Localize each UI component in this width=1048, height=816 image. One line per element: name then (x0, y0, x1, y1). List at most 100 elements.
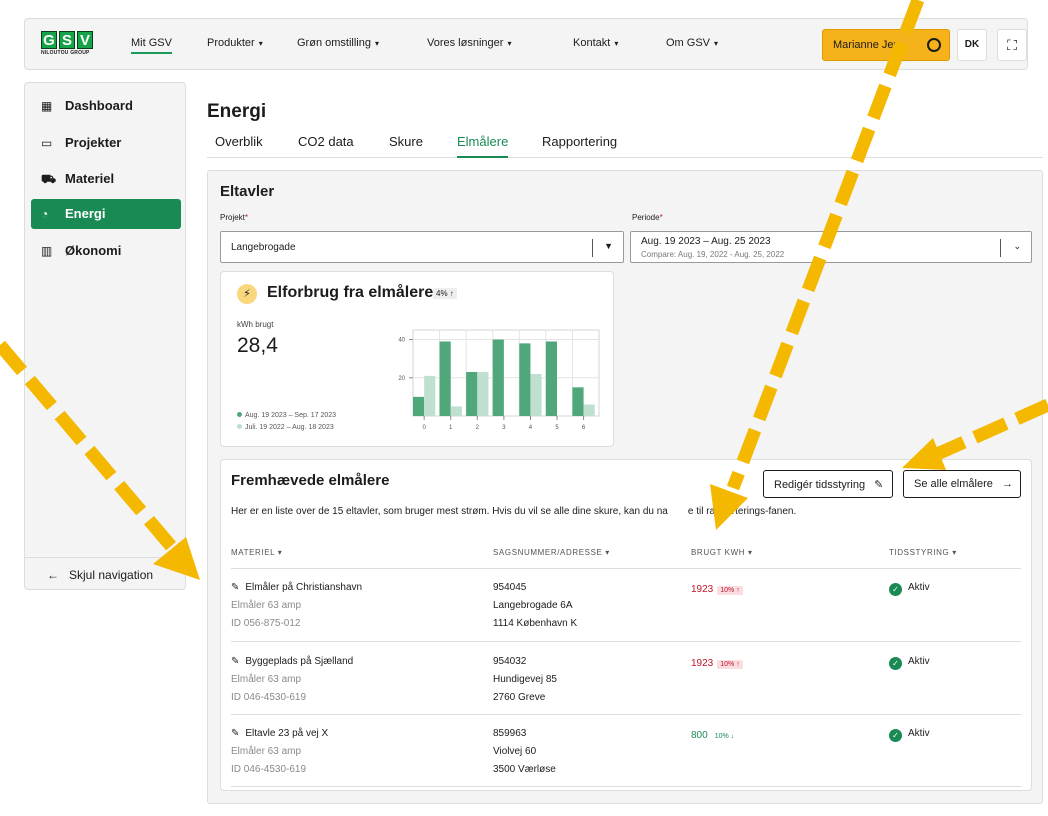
panel-title: Eltavler (220, 183, 275, 200)
eltavler-panel: Eltavler Projekt* Langebrogade ▼ Periode… (207, 170, 1043, 804)
hide-navigation-button[interactable]: ← Skjul navigation (25, 557, 185, 591)
logo-subtitle: NILOUTOU GROUP (41, 50, 90, 56)
featured-description-start: Her er en liste over de 15 eltavler, som… (231, 506, 668, 517)
bar (450, 406, 462, 416)
kwh-change-badge: 10% ↑ (717, 586, 743, 595)
meter-id: ID 046-4530-619 (231, 692, 307, 703)
chevron-down-icon: ⌄ (1013, 241, 1021, 251)
x-tick-label: 0 (422, 425, 426, 431)
meter-id: ID 046-4530-619 (231, 764, 307, 775)
logo-letter: G (41, 31, 57, 49)
required-mark: * (659, 213, 663, 222)
nav-kontakt-label: Kontakt (573, 37, 611, 49)
chevron-down-icon: ▾ (614, 39, 619, 48)
bar (545, 341, 558, 416)
nav-om-gsv-label: Om GSV (666, 37, 711, 49)
legend-current-text: Aug. 19 2023 – Sep. 17 2023 (245, 412, 337, 419)
x-tick-label: 5 (555, 425, 559, 431)
sidebar-item-okonomi[interactable]: ▥ Økonomi (31, 236, 181, 266)
bar (572, 387, 584, 416)
see-all-meters-button[interactable]: Se alle elmålere → (903, 470, 1021, 498)
hide-navigation-label: Skjul navigation (69, 568, 154, 582)
meter-name[interactable]: ✎ Eltavle 23 på vej X (231, 728, 328, 739)
top-navigation-bar: GSV NILOUTOU GROUP Mit GSV Produkter ▾ Gr… (24, 18, 1028, 70)
chevron-down-icon: ▾ (714, 39, 719, 48)
user-name: Marianne Jen (833, 39, 900, 51)
featured-description: Her er en liste over de 15 eltavler, som… (231, 506, 796, 517)
meter-name[interactable]: ✎ Byggeplads på Sjælland (231, 656, 353, 667)
sidebar-item-dashboard[interactable]: ▦ Dashboard (31, 91, 181, 121)
nav-mit-gsv[interactable]: Mit GSV (131, 37, 172, 54)
schedule-status: ✓ Aktiv (889, 582, 930, 596)
period-select[interactable]: Aug. 19 2023 – Aug. 25 2023 Compare: Aug… (630, 231, 1032, 263)
bar (477, 372, 489, 416)
kwh-used: 800 10% ↓ (691, 730, 737, 741)
case-number: 859963 (493, 728, 527, 739)
meter-name-text: Elmåler på Christianshavn (245, 582, 363, 593)
arrow-right-icon: → (1001, 478, 1013, 490)
kwh-used: 1923 10% ↑ (691, 584, 743, 595)
cart-button[interactable]: ⛶ (997, 29, 1027, 61)
meter-type: Elmåler 63 amp (231, 746, 302, 757)
page-title: Energi (207, 101, 267, 122)
logo-letters: GSV (41, 31, 93, 49)
see-all-label: Se alle elmålere (914, 478, 993, 490)
arrow-left-icon: ← (47, 568, 59, 582)
sidebar-item-projekter[interactable]: ▭ Projekter (31, 128, 181, 158)
chart-title: Elforbrug fra elmålere (267, 284, 434, 301)
sidebar-item-materiel[interactable]: ⛟ Materiel (31, 164, 181, 194)
equipment-icon: ⛟ (41, 172, 57, 186)
nav-gron-omstilling[interactable]: Grøn omstilling ▾ (297, 37, 379, 49)
nav-produkter[interactable]: Produkter ▾ (207, 37, 263, 49)
sidebar-item-energi[interactable]: ◔ Energi (31, 199, 181, 229)
language-button[interactable]: DK (957, 29, 987, 61)
nav-om-gsv[interactable]: Om GSV ▾ (666, 37, 718, 49)
nav-kontakt[interactable]: Kontakt ▾ (573, 37, 618, 49)
col-header-sagsnummer[interactable]: SAGSNUMMER/ADRESSE ▾ (493, 548, 610, 557)
energy-icon: ◔ (41, 207, 49, 221)
kwh-value: 800 (691, 730, 708, 741)
kwh-used: 1923 10% ↑ (691, 658, 743, 669)
col-header-brugt-kwh[interactable]: BRUGT KWH ▾ (691, 548, 753, 557)
bar (530, 373, 542, 416)
nav-produkter-label: Produkter (207, 37, 255, 49)
tab-co2-data[interactable]: CO2 data (298, 134, 354, 156)
featured-title: Fremhævede elmålere (231, 472, 390, 489)
logo-letter: V (77, 31, 93, 49)
legend-previous-text: Juli. 19 2022 – Aug. 18 2023 (245, 424, 334, 431)
legend-previous: Juli. 19 2022 – Aug. 18 2023 (237, 424, 334, 431)
edit-schedule-label: Redigér tidsstyring (774, 479, 866, 491)
project-select-value: Langebrogade (231, 242, 296, 253)
project-select[interactable]: Langebrogade ▼ (220, 231, 624, 263)
period-select-value: Aug. 19 2023 – Aug. 25 2023 (641, 236, 771, 247)
bar (424, 375, 436, 416)
nav-vores-losninger[interactable]: Vores løsninger ▾ (427, 37, 511, 49)
y-tick-label: 20 (398, 376, 405, 382)
tab-elmalere[interactable]: Elmålere (457, 134, 509, 158)
cart-icon: ⛶ (1007, 37, 1017, 53)
meter-name-text: Byggeplads på Sjælland (245, 656, 354, 667)
sidebar-item-label: Materiel (65, 171, 115, 186)
bar (466, 372, 478, 416)
bar (413, 396, 425, 416)
meter-name[interactable]: ✎ Elmåler på Christianshavn (231, 582, 362, 593)
project-label-text: Projekt (220, 213, 245, 222)
tab-overblik[interactable]: Overblik (215, 134, 263, 156)
gsv-logo[interactable]: GSV NILOUTOU GROUP (41, 31, 93, 59)
x-tick-label: 4 (529, 425, 533, 431)
bar (519, 343, 531, 416)
period-compare-text: Compare: Aug. 19, 2022 - Aug. 25, 2022 (641, 250, 785, 259)
select-separator (1000, 239, 1001, 257)
featured-meters-card: Fremhævede elmålere Redigér tidsstyring … (220, 459, 1032, 791)
col-header-tidsstyring[interactable]: TIDSSTYRING ▾ (889, 548, 957, 557)
tab-rapportering[interactable]: Rapportering (542, 134, 617, 156)
nav-gron-omstilling-label: Grøn omstilling (297, 37, 371, 49)
col-header-materiel[interactable]: MATERIEL ▾ (231, 548, 282, 557)
edit-schedule-button[interactable]: Redigér tidsstyring ✎ (763, 470, 893, 498)
user-account-button[interactable]: Marianne Jen (822, 29, 950, 61)
meter-type: Elmåler 63 amp (231, 600, 302, 611)
tab-skure[interactable]: Skure (389, 134, 423, 156)
bar-chart: 40 20 0 1 2 3 4 5 6 (398, 329, 600, 431)
kwh-label: kWh brugt (237, 320, 274, 329)
change-badge: 4% ↑ (433, 288, 457, 299)
